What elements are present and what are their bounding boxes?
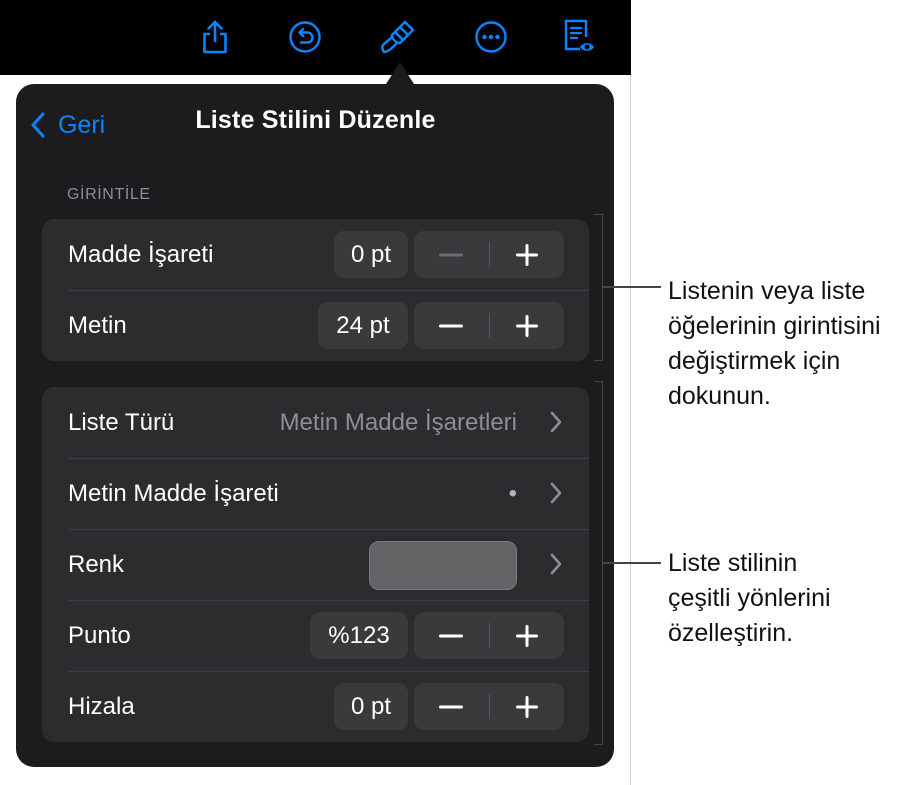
color-swatch[interactable] xyxy=(369,541,517,590)
size-increment-button[interactable] xyxy=(490,612,565,659)
align-stepper xyxy=(414,683,564,730)
align-label: Hizala xyxy=(68,693,135,720)
plus-icon xyxy=(515,695,538,718)
plus-icon xyxy=(515,243,538,266)
bullet-indent-value[interactable]: 0 pt xyxy=(334,231,408,278)
plus-icon xyxy=(515,624,538,647)
text-indent-row: Metin 24 pt xyxy=(42,290,589,361)
size-decrement-button[interactable] xyxy=(414,612,489,659)
text-indent-value[interactable]: 24 pt xyxy=(318,302,408,349)
text-bullet-value: • xyxy=(508,480,517,507)
align-value[interactable]: 0 pt xyxy=(334,683,408,730)
text-indent-label: Metin xyxy=(68,312,127,339)
size-value[interactable]: %123 xyxy=(310,612,408,659)
text-bullet-row[interactable]: Metin Madde İşareti • xyxy=(42,458,589,529)
indent-callout-text: Listenin veya liste öğelerinin girintisi… xyxy=(668,277,881,410)
ipad-screen: Geri Liste Stilini Düzenle GİRİNTİLE Mad… xyxy=(0,0,631,785)
share-icon[interactable] xyxy=(193,15,237,59)
reader-view-icon[interactable] xyxy=(556,15,600,59)
style-callout-text: Liste stilinin çeşitli yönlerini özelleş… xyxy=(668,549,831,647)
text-indent-decrement-button[interactable] xyxy=(414,302,489,349)
indent-callout-line xyxy=(603,286,661,288)
text-bullet-label: Metin Madde İşareti xyxy=(68,480,279,507)
list-style-group: Liste Türü Metin Madde İşaretleri Metin … xyxy=(42,387,589,742)
style-callout-line xyxy=(603,562,661,564)
bullet-indent-stepper xyxy=(414,231,564,278)
bullet-indent-increment-button[interactable] xyxy=(490,231,565,278)
top-toolbar xyxy=(0,0,631,75)
color-row[interactable]: Renk xyxy=(42,529,589,600)
more-icon[interactable] xyxy=(469,15,513,59)
indent-section-header: GİRİNTİLE xyxy=(67,186,151,203)
color-label: Renk xyxy=(68,551,125,578)
list-type-row[interactable]: Liste Türü Metin Madde İşaretleri xyxy=(42,387,589,458)
minus-icon xyxy=(439,324,464,327)
indent-bracket xyxy=(594,214,603,361)
list-type-label: Liste Türü xyxy=(68,409,175,436)
popover-title: Liste Stilini Düzenle xyxy=(195,106,436,134)
text-indent-stepper xyxy=(414,302,564,349)
size-stepper xyxy=(414,612,564,659)
list-type-value: Metin Madde İşaretleri xyxy=(279,409,517,436)
text-indent-increment-button[interactable] xyxy=(490,302,565,349)
chevron-right-icon xyxy=(550,411,562,433)
minus-icon xyxy=(439,705,464,708)
size-row: Punto %123 xyxy=(42,600,589,671)
bullet-indent-decrement-button[interactable] xyxy=(414,231,489,278)
format-brush-icon[interactable] xyxy=(376,15,420,59)
chevron-right-icon xyxy=(550,553,562,575)
plus-icon xyxy=(515,314,538,337)
align-increment-button[interactable] xyxy=(490,683,565,730)
align-row: Hizala 0 pt xyxy=(42,671,589,742)
minus-icon xyxy=(439,253,464,256)
bullet-indent-label: Madde İşareti xyxy=(68,241,214,268)
align-decrement-button[interactable] xyxy=(414,683,489,730)
chevron-right-icon xyxy=(550,482,562,504)
bullet-indent-row: Madde İşareti 0 pt xyxy=(42,219,589,290)
size-label: Punto xyxy=(68,622,131,649)
popover-arrow xyxy=(386,62,414,84)
indent-group: Madde İşareti 0 pt Metin 24 pt xyxy=(42,219,589,361)
undo-icon[interactable] xyxy=(283,15,327,59)
minus-icon xyxy=(439,634,464,637)
style-bracket xyxy=(594,381,603,745)
